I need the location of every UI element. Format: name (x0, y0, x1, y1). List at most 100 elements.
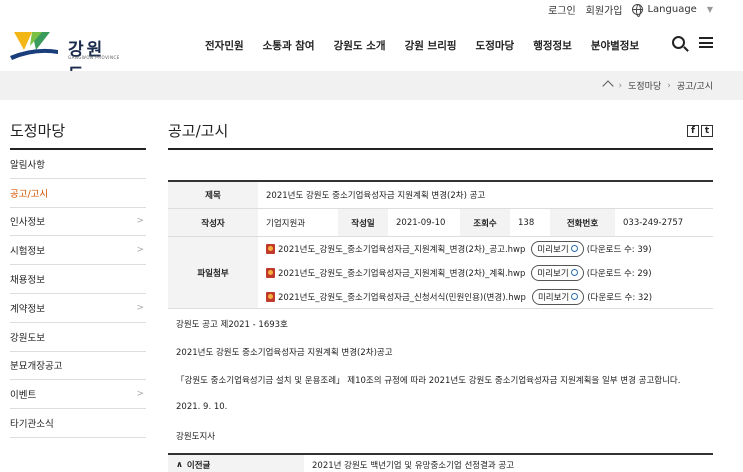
chevron-down-icon: ▼ (706, 4, 713, 14)
breadcrumb-item[interactable]: 도정마당 (628, 79, 661, 92)
prev-post-label-cell: ∧ 이전글 (168, 455, 304, 472)
prev-post-title[interactable]: 2021년 강원도 백년기업 및 유망중소기업 선정결과 공고 (304, 455, 514, 472)
attachment-item: 2021년도_강원도_중소기업육성자금_지원계획_변경(2차)_계획.hwp 미… (266, 264, 652, 281)
search-icon (570, 245, 578, 252)
sidebar-nav: 알림사항 공고/고시 인사정보 > 시험정보 > 채용정보 계약정보 > 강원도보 분… (10, 150, 146, 438)
attachment-item: 2021년도_강원도_중소기업육성자금_신청서식(민원인용)(변경).hwp 미… (266, 288, 653, 305)
sidebar-item-personnel[interactable]: 인사정보 > (10, 208, 146, 237)
page-title: 공고/고시 (168, 122, 229, 140)
views-label: 조회수 (460, 209, 510, 236)
attachment-item: 2021년도_강원도_중소기업육성자금_지원계획_변경(2차)_공고.hwp 미… (266, 240, 652, 257)
sidebar-item-label: 분묘개장공고 (10, 361, 63, 373)
post-detail-table: 제목 2021년도 강원도 중소기업육성자금 지원계획 변경(2차) 공고 작성… (168, 180, 713, 309)
sns-share: f t (687, 125, 713, 137)
main-nav: 전자민원 소통과 참여 강원도 소개 강원 브리핑 도정마당 행정정보 분야별정… (205, 38, 658, 53)
sidebar-title: 도정마당 (10, 122, 66, 140)
phone-label: 전화번호 (550, 209, 615, 236)
chevron-right-icon: > (136, 245, 144, 256)
sidebar-item-label: 타기관소식 (10, 419, 54, 431)
nav-item-provincial-affairs[interactable]: 도정마당 (476, 38, 515, 53)
nav-item-field-info[interactable]: 분야별정보 (591, 38, 639, 53)
utility-bar: 로그인 회원가입 Language ▼ (548, 0, 713, 18)
menu-icon[interactable] (699, 37, 713, 48)
table-row-subject: 제목 2021년도 강원도 중소기업육성자금 지원계획 변경(2차) 공고 (168, 182, 713, 209)
sidebar-item-label: 공고/고시 (10, 188, 49, 200)
language-selector[interactable]: Language ▼ (632, 3, 713, 17)
sidebar-item-label: 알림사항 (10, 159, 45, 171)
globe-icon (632, 3, 644, 17)
phone-value: 033-249-2757 (623, 217, 684, 228)
nav-item-civil[interactable]: 전자민원 (205, 38, 244, 53)
sidebar-item-label: 시험정보 (10, 246, 45, 258)
preview-label: 미리보기 (537, 244, 569, 255)
chevron-right-icon: > (136, 216, 144, 227)
sidebar-item-other-agencies[interactable]: 타기관소식 (10, 409, 146, 438)
hwp-file-icon (266, 267, 275, 278)
sidebar-item-notices[interactable]: 알림사항 (10, 150, 146, 179)
attachment-link[interactable]: 2021년도_강원도_중소기업육성자금_지원계획_변경(2차)_공고.hwp (278, 243, 525, 255)
body-paragraph: 강원도 공고 제2021 - 1693호 (176, 320, 288, 330)
download-count: (다운로드 수: 39) (586, 244, 652, 255)
preview-label: 미리보기 (537, 268, 569, 279)
body-paragraph: 2021. 9. 10. (176, 402, 228, 412)
sidebar-item-label: 채용정보 (10, 275, 45, 287)
preview-button[interactable]: 미리보기 (531, 264, 584, 281)
twitter-icon[interactable]: t (701, 125, 713, 137)
chevron-right-icon: > (136, 389, 144, 400)
logo-mark-icon (10, 32, 58, 60)
nav-item-communication[interactable]: 소통과 참여 (263, 38, 315, 53)
logo[interactable]: 강원도 GANGWON PROVINCE (10, 28, 120, 85)
sidebar-item-grave-notices[interactable]: 분묘개장공고 (10, 352, 146, 381)
body-paragraph: 「강원도 중소기업육성기금 설치 및 운용조례」 제10조의 규정에 따라 20… (176, 376, 681, 386)
table-row-meta: 작성자 기업지원과 작성일 2021-09-10 조회수 138 전화번호 03… (168, 209, 713, 237)
preview-button[interactable]: 미리보기 (531, 288, 585, 305)
nav-item-admin-info[interactable]: 행정정보 (533, 38, 572, 53)
sidebar-item-label: 계약정보 (10, 303, 45, 315)
chevron-up-icon: ∧ (176, 460, 183, 470)
header: 강원도 GANGWON PROVINCE 전자민원 소통과 참여 강원도 소개 … (0, 22, 743, 85)
writer-label: 작성자 (168, 209, 258, 236)
sidebar-item-label: 이벤트 (10, 390, 37, 402)
prev-post-row[interactable]: ∧ 이전글 2021년 강원도 백년기업 및 유망중소기업 선정결과 공고 (168, 453, 713, 472)
preview-label: 미리보기 (537, 292, 570, 303)
sidebar-item-exams[interactable]: 시험정보 > (10, 236, 146, 266)
search-icon (570, 269, 578, 276)
subject-label: 제목 (168, 182, 258, 208)
date-value: 2021-09-10 (396, 217, 446, 228)
date-label: 작성일 (338, 209, 388, 236)
body-paragraph: 2021년도 강원도 중소기업육성자금 지원계획 변경(2차)공고 (176, 348, 393, 358)
breadcrumb-separator-icon: › (618, 80, 623, 91)
views-value: 138 (518, 217, 535, 228)
sidebar-item-label: 인사정보 (10, 217, 45, 229)
attachment-link[interactable]: 2021년도_강원도_중소기업육성자금_지원계획_변경(2차)_계획.hwp (278, 267, 525, 279)
body-paragraph: 강원도지사 (176, 432, 216, 442)
language-label: Language (647, 3, 697, 15)
sidebar-item-recruitment[interactable]: 채용정보 (10, 265, 146, 294)
nav-item-about[interactable]: 강원도 소개 (334, 38, 386, 53)
chevron-right-icon: > (136, 302, 144, 313)
sidebar-item-announcements[interactable]: 공고/고시 (10, 179, 146, 208)
hwp-file-icon (266, 291, 275, 302)
facebook-icon[interactable]: f (687, 125, 699, 137)
breadcrumb-separator-icon: › (667, 80, 671, 91)
search-icon (571, 293, 579, 300)
breadcrumb-item-current[interactable]: 공고/고시 (677, 79, 713, 92)
login-link[interactable]: 로그인 (548, 2, 576, 17)
header-icons (672, 36, 713, 49)
search-icon[interactable] (672, 36, 685, 49)
files-label: 파일첨부 (168, 237, 258, 308)
download-count: (다운로드 수: 32) (587, 292, 653, 303)
hwp-file-icon (266, 243, 275, 254)
home-icon[interactable] (603, 81, 613, 90)
prev-post-label: 이전글 (186, 461, 211, 471)
attachment-link[interactable]: 2021년도_강원도_중소기업육성자금_신청서식(민원인용)(변경).hwp (278, 291, 526, 303)
join-link[interactable]: 회원가입 (586, 2, 623, 17)
sidebar-item-gazette[interactable]: 강원도보 (10, 323, 146, 352)
sidebar-item-events[interactable]: 이벤트 > (10, 380, 146, 410)
sidebar-item-contracts[interactable]: 계약정보 > (10, 294, 146, 323)
attachment-list: 2021년도_강원도_중소기업육성자금_지원계획_변경(2차)_공고.hwp 미… (258, 240, 653, 305)
subject-value: 2021년도 강원도 중소기업육성자금 지원계획 변경(2차) 공고 (266, 191, 486, 201)
preview-button[interactable]: 미리보기 (531, 240, 584, 257)
nav-item-briefing[interactable]: 강원 브리핑 (405, 38, 457, 53)
breadcrumb: › 도정마당 › 공고/고시 (603, 79, 714, 93)
